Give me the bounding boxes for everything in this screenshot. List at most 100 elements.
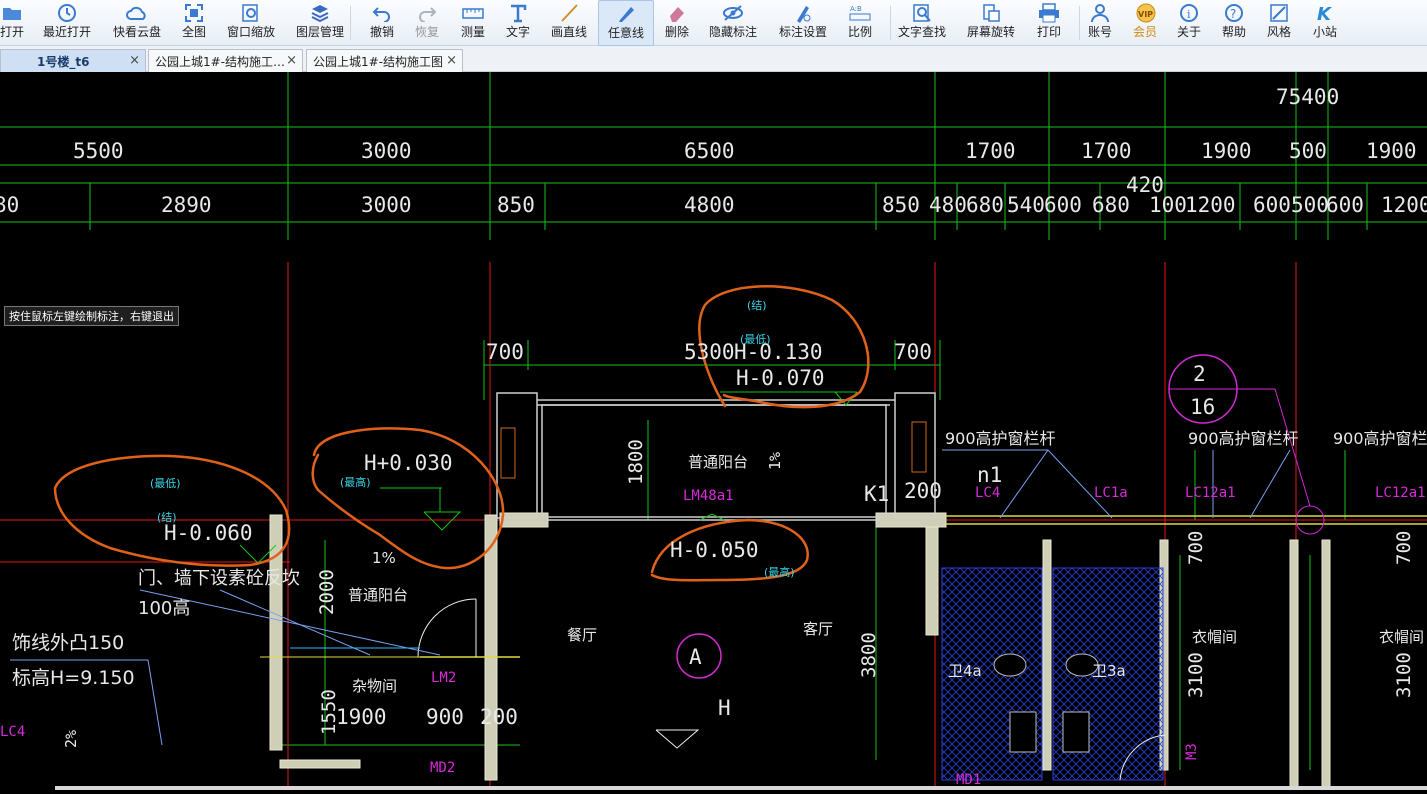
- dim-row2: 680: [966, 193, 1004, 217]
- toolbar-label: 任意线: [607, 26, 644, 40]
- dim-label: 3100: [1185, 652, 1207, 698]
- toolbar-separator: [890, 6, 891, 40]
- cloud-icon: [126, 2, 148, 24]
- dim-label: 700: [1185, 531, 1207, 565]
- drawing-canvas[interactable]: 75400 5500 3000 6500 1700 1700 1900 500 …: [0, 72, 1427, 791]
- tab-structure-1[interactable]: 公园上城1#-结构施工… ×: [148, 49, 303, 72]
- toolbar-eye-hide-button[interactable]: 隐藏标注: [705, 0, 761, 46]
- note-label: 标高H=9.150: [12, 667, 135, 689]
- balcony-dim: 700: [486, 340, 524, 364]
- room-label: 客厅: [803, 620, 833, 638]
- annot-small: (最低): [740, 333, 771, 346]
- help-icon: ?: [1223, 2, 1245, 24]
- annot-small: (结): [157, 511, 177, 524]
- printer-icon: [1038, 2, 1060, 24]
- rotate-screen-icon: [980, 2, 1002, 24]
- door-label: LM2: [431, 670, 456, 686]
- toolbar-line-button[interactable]: 画直线: [541, 0, 597, 46]
- toolbar-label: 小站: [1312, 25, 1337, 39]
- ref-sheet: 16: [1190, 395, 1215, 419]
- text-icon: [507, 2, 529, 24]
- slope-label: 1%: [372, 549, 396, 567]
- close-icon[interactable]: ×: [286, 53, 297, 68]
- dim-label: 1900: [336, 705, 387, 729]
- slope-label: 1%: [766, 452, 784, 470]
- toolbar-eraser-button[interactable]: 删除: [649, 0, 705, 46]
- tab-label: 公园上城1#-结构施工图: [313, 54, 444, 69]
- scale-icon: A:B: [849, 2, 871, 24]
- horizontal-scrollbar[interactable]: [55, 786, 1427, 790]
- door-label: MD2: [430, 760, 455, 776]
- toolbar-folder-open-button[interactable]: 打开: [0, 0, 40, 46]
- toolbar-annotation-settings-button[interactable]: 标注设置: [775, 0, 831, 46]
- tab-label: 公园上城1#-结构施工…: [155, 54, 286, 69]
- eye-hide-icon: [722, 2, 744, 24]
- dim-row2: 4800: [684, 193, 735, 217]
- toolbar-label: 会员: [1132, 25, 1157, 39]
- dim-label: 3100: [1393, 652, 1415, 698]
- dim-label: 200: [480, 705, 518, 729]
- door-label: M3: [1184, 743, 1200, 760]
- dim-row2: 540: [1007, 193, 1045, 217]
- dim-row2: 1200: [1381, 193, 1427, 217]
- toolbar-fit-all-button[interactable]: 全图: [166, 0, 222, 46]
- toolbar-rotate-screen-button[interactable]: 屏幕旋转: [963, 0, 1019, 46]
- toolbar-label: 比例: [847, 25, 872, 39]
- tab-1hao-lou[interactable]: 1号楼_t6 ×: [0, 49, 146, 72]
- info-icon: i: [1178, 2, 1200, 24]
- toolbar-separator: [350, 6, 351, 40]
- dim-row2: 100: [1149, 193, 1187, 217]
- annot-small: (结): [747, 299, 767, 312]
- dim-label: 2000: [316, 569, 338, 615]
- railing-label: 900高护窗栏杆: [1188, 429, 1299, 448]
- toolbar-label: 屏幕旋转: [966, 25, 1015, 39]
- toolbar-text-button[interactable]: 文字: [490, 0, 546, 46]
- toolbar-history-button[interactable]: 最近打开: [39, 0, 95, 46]
- text-search-icon: [911, 2, 933, 24]
- close-icon[interactable]: ×: [129, 53, 140, 68]
- toolbar-zoom-window-button[interactable]: 窗口缩放: [223, 0, 279, 46]
- dim-row1: 1900: [1201, 139, 1252, 163]
- toolbar-label: 画直线: [550, 25, 587, 39]
- dim-label: 900: [426, 705, 464, 729]
- grid-label-a: A: [689, 645, 702, 669]
- style-icon: [1268, 2, 1290, 24]
- dim-row1: 1700: [1081, 139, 1132, 163]
- toolbar-cloud-button[interactable]: 快看云盘: [109, 0, 165, 46]
- toolbar-label: 标注设置: [778, 25, 827, 39]
- tab-structure-2[interactable]: 公园上城1#-结构施工图 ×: [306, 49, 463, 72]
- dim-row2: 850: [882, 193, 920, 217]
- toolbar-freehand-pen-button[interactable]: 任意线: [598, 0, 654, 46]
- room-label: 普通阳台: [688, 453, 748, 471]
- window-label: LC12a1: [1375, 485, 1426, 501]
- user-icon: [1089, 2, 1111, 24]
- toolbar-label: 快看云盘: [112, 25, 161, 39]
- elevation-label: H-0.050: [670, 538, 759, 562]
- dim-row2: 600: [1253, 193, 1291, 217]
- annotation-settings-icon: [792, 2, 814, 24]
- toolbar-text-search-button[interactable]: 文字查找: [894, 0, 950, 46]
- close-icon[interactable]: ×: [446, 53, 457, 68]
- toolbar-label: 恢复: [414, 25, 439, 39]
- svg-text:?: ?: [1230, 7, 1236, 21]
- toolbar-scale-button[interactable]: A:B 比例: [832, 0, 888, 46]
- toolbar-layers-button[interactable]: 图层管理: [292, 0, 348, 46]
- fit-all-icon: [183, 2, 205, 24]
- zoom-window-icon: [240, 2, 262, 24]
- annot-small: (最高): [340, 475, 371, 489]
- toolbar-label: 窗口缩放: [226, 25, 275, 39]
- layers-icon: [309, 2, 331, 24]
- n1-label: n1: [977, 463, 1002, 487]
- room-label: 衣帽间: [1192, 628, 1237, 646]
- door-label: LM48a1: [683, 488, 734, 504]
- window-label: LC1a: [1094, 485, 1128, 501]
- line-icon: [558, 2, 580, 24]
- toolbar-printer-button[interactable]: 打印: [1021, 0, 1077, 46]
- k1-label: K1: [864, 482, 889, 506]
- annot-small: (最低): [150, 477, 181, 490]
- dim-row2: 3000: [361, 193, 412, 217]
- dim-row1: 1700: [965, 139, 1016, 163]
- drawing-hint: 按住鼠标左键绘制标注，右键退出: [4, 306, 179, 326]
- toolbar-k-station-button[interactable]: K 小站: [1297, 0, 1353, 46]
- dim-total: 75400: [1276, 85, 1339, 109]
